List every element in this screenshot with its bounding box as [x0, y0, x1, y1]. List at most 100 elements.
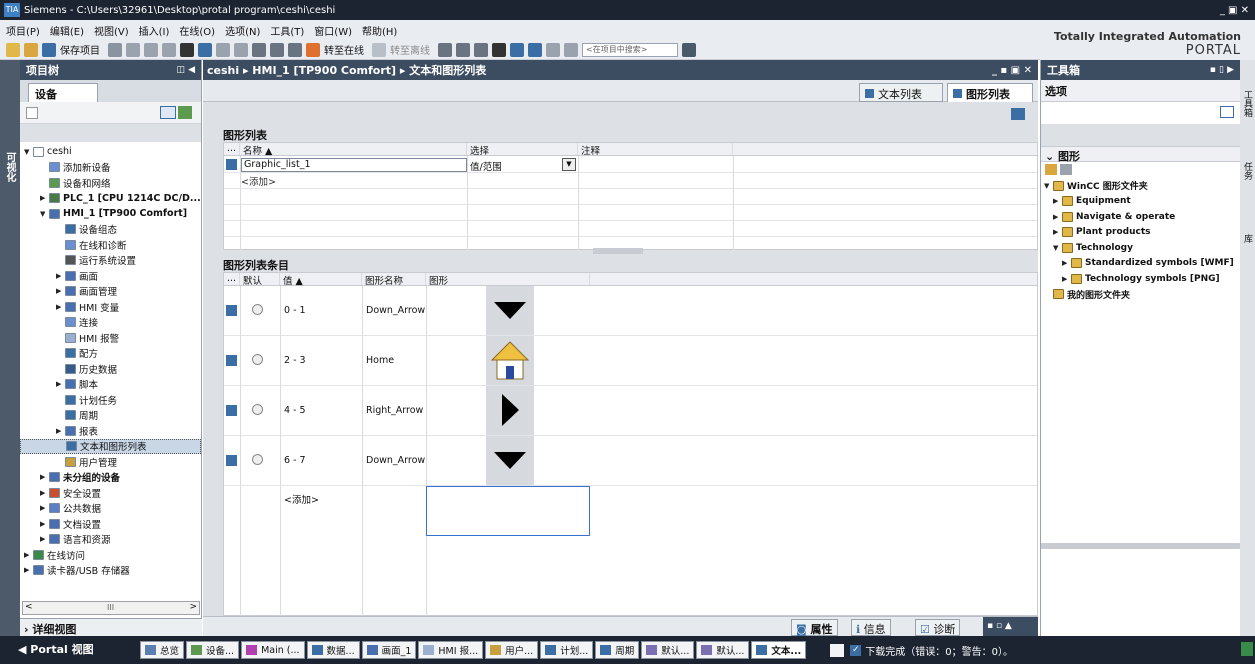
entry-value[interactable]: 2 - 3	[284, 355, 306, 366]
graphic-list-name-field[interactable]: Graphic_list_1	[241, 158, 467, 172]
taskbar-editor[interactable]: 计划...	[540, 641, 594, 659]
tree-node[interactable]: ▶ HMI 变量	[20, 299, 201, 315]
print-icon[interactable]	[108, 42, 122, 57]
expand-right-icon[interactable]: ▶	[40, 535, 49, 543]
graphic-list-add-row[interactable]: <添加>	[241, 174, 276, 188]
entry-graphic-name[interactable]: Right_Arrow	[366, 405, 423, 416]
split-horizontal-icon[interactable]	[510, 42, 524, 57]
save-project-button[interactable]: 保存项目	[60, 42, 100, 57]
menu-item-2[interactable]: 视图(V)	[94, 23, 129, 38]
menu-item-6[interactable]: 工具(T)	[270, 23, 304, 38]
menu-item-3[interactable]: 插入(I)	[139, 23, 170, 38]
entry-value[interactable]: 4 - 5	[284, 405, 306, 416]
default-radio[interactable]	[252, 404, 263, 415]
expand-right-icon[interactable]: ▶	[40, 473, 49, 481]
details-view-header[interactable]: › 详细视图	[20, 618, 202, 636]
tree-filter-icon[interactable]	[26, 107, 38, 119]
tree-node[interactable]: ▶ 语言和资源	[20, 532, 201, 548]
tree-node[interactable]: ▶ 文档设置	[20, 516, 201, 532]
toolbox-folder[interactable]: ▶ Standardized symbols [WMF]	[1041, 256, 1240, 272]
toolbox-folder[interactable]: ▶ Equipment	[1041, 194, 1240, 210]
tree-node[interactable]: ▶ 报表	[20, 423, 201, 439]
tree-node[interactable]: ▶ 未分组的设备	[20, 470, 201, 486]
entries-add-row[interactable]: <添加>	[284, 492, 319, 506]
stop-cpu-icon[interactable]	[474, 42, 488, 57]
taskbar-editor[interactable]: 用户...	[485, 641, 539, 659]
taskbar-editor[interactable]: 总览	[140, 641, 185, 659]
editor-settings-icon[interactable]	[1011, 108, 1025, 120]
visualization-strip-label[interactable]: 可视化	[3, 152, 17, 182]
new-project-icon[interactable]	[6, 42, 20, 57]
tree-node[interactable]: 文本和图形列表	[20, 438, 201, 454]
expand-right-icon[interactable]: ▶	[40, 194, 49, 202]
expand-down-icon[interactable]: ▼	[24, 148, 33, 156]
compile-icon[interactable]	[234, 42, 248, 57]
tree-node[interactable]: 周期	[20, 408, 201, 424]
entry-value[interactable]: 6 - 7	[284, 455, 306, 466]
tree-node[interactable]: ▼ ceshi	[20, 144, 201, 160]
scroll-right-icon[interactable]: >	[189, 602, 197, 612]
copy-icon[interactable]	[144, 42, 158, 57]
default-radio[interactable]	[252, 454, 263, 465]
go-offline-icon[interactable]	[372, 42, 386, 57]
go-online-icon[interactable]	[306, 42, 320, 57]
expand-right-icon[interactable]: ▶	[56, 380, 65, 388]
simulate-icon[interactable]	[288, 42, 302, 57]
delete-icon[interactable]	[180, 42, 194, 57]
toolbox-folder[interactable]: ▶ Navigate & operate	[1041, 209, 1240, 225]
graphic-list-select-value[interactable]: 值/范围	[470, 159, 502, 173]
tree-node[interactable]: 计划任务	[20, 392, 201, 408]
redo-icon[interactable]	[216, 42, 230, 57]
expand-right-icon[interactable]: ▶	[40, 504, 49, 512]
scroll-thumb[interactable]: III	[107, 603, 114, 612]
toolbox-folder[interactable]: ▼ WinCC 图形文件夹	[1041, 178, 1240, 194]
expand-right-icon[interactable]: ▶	[1053, 228, 1062, 236]
entry-value[interactable]: 0 - 1	[284, 305, 306, 316]
inspector-window-controls[interactable]: ▪ ▫ ▲	[983, 617, 1038, 637]
entry-graphic-name[interactable]: Down_Arrow	[366, 305, 425, 316]
tree-node[interactable]: ▶ 画面管理	[20, 284, 201, 300]
hdr-select[interactable]: 选择	[467, 143, 578, 157]
toolbox-folder[interactable]: ▶ Plant products	[1041, 225, 1240, 241]
paste-icon[interactable]	[162, 42, 176, 57]
splitter-handle[interactable]	[593, 248, 643, 254]
collapse-panel-icon[interactable]: ◫ ◀	[176, 65, 195, 75]
table-row[interactable]: 2 - 3 Home	[224, 336, 1037, 386]
arrow-down-icon[interactable]	[486, 436, 534, 485]
go-offline-button[interactable]: 转至离线	[390, 42, 430, 57]
hdr-name[interactable]: 名称 ▲	[240, 143, 467, 157]
expand-right-icon[interactable]: ▶	[56, 303, 65, 311]
window-controls[interactable]: _ ▣ ✕	[1220, 5, 1249, 16]
toolbox-folder[interactable]: ▼ Technology	[1041, 240, 1240, 256]
taskbar-editor[interactable]: 画面_1	[361, 641, 417, 659]
tree-node[interactable]: 设备组态	[20, 222, 201, 238]
entry-graphic-name[interactable]: Down_Arrow	[366, 455, 425, 466]
expand-right-icon[interactable]: ▶	[24, 566, 33, 574]
portal-view-button[interactable]: ◀ Portal 视图	[0, 636, 140, 664]
toolbox-controls-icon[interactable]: ▪ ▯ ▶	[1210, 65, 1234, 75]
menu-item-7[interactable]: 窗口(W)	[314, 23, 352, 38]
tree-node[interactable]: ▶ 公共数据	[20, 501, 201, 517]
side-tab-2[interactable]: 库	[1241, 234, 1254, 243]
expand-right-icon[interactable]: ▶	[1062, 275, 1071, 283]
tree-horizontal-scrollbar[interactable]: < III >	[22, 601, 200, 615]
accessible-devices-icon[interactable]	[438, 42, 452, 57]
cross-reference-icon[interactable]	[492, 42, 506, 57]
default-radio[interactable]	[252, 354, 263, 365]
compare-icon[interactable]	[546, 42, 560, 57]
entry-graphic-name[interactable]: Home	[366, 355, 394, 366]
graphic-drop-cell[interactable]	[426, 486, 590, 536]
go-online-button[interactable]: 转至在线	[324, 42, 364, 57]
taskbar-editor[interactable]: 数据...	[306, 641, 360, 659]
home-icon[interactable]	[486, 336, 534, 385]
overview-icon[interactable]	[178, 106, 192, 119]
default-radio[interactable]	[252, 304, 263, 315]
expand-right-icon[interactable]: ▶	[56, 287, 65, 295]
expand-right-icon[interactable]: ▶	[1053, 197, 1062, 205]
start-cpu-icon[interactable]	[456, 42, 470, 57]
tree-node[interactable]: ▼ HMI_1 [TP900 Comfort]	[20, 206, 201, 222]
cut-icon[interactable]	[126, 42, 140, 57]
arrow-down-icon[interactable]	[486, 286, 534, 335]
table-row[interactable]: 0 - 1 Down_Arrow	[224, 286, 1037, 336]
taskbar-editor[interactable]: Main (...	[241, 641, 305, 659]
